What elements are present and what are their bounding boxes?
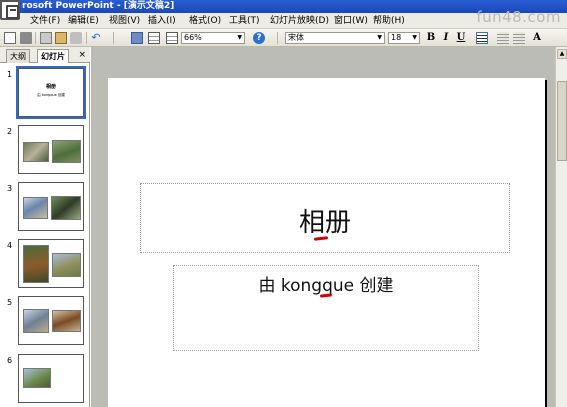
- photo-image: [23, 245, 49, 283]
- tab-outline[interactable]: 大纲: [6, 49, 30, 63]
- toolbar-separator: [35, 32, 36, 44]
- photo-image: [23, 142, 49, 162]
- slide-number: 6: [7, 356, 13, 365]
- slide-subtitle: 由 kongque 创建: [258, 276, 394, 296]
- menu-slideshow[interactable]: 幻灯片放映(D): [270, 15, 329, 27]
- panel-tabs: 大纲 幻灯片 ×: [0, 47, 90, 63]
- zoom-select[interactable]: 66% ▼: [181, 32, 245, 44]
- copy-icon[interactable]: [40, 32, 52, 44]
- menu-edit[interactable]: 编辑(E): [68, 15, 99, 27]
- close-icon[interactable]: ×: [78, 50, 86, 60]
- window-title: rosoft PowerPoint - [演示文稿2]: [22, 1, 175, 11]
- menu-help[interactable]: 帮助(H): [373, 15, 405, 27]
- scroll-up-icon[interactable]: ▲: [557, 49, 567, 59]
- slide-title: 相册: [298, 208, 351, 238]
- thumbnail-title: 相册: [45, 84, 56, 90]
- format-painter-icon[interactable]: [70, 32, 82, 44]
- slide-thumbnail-1[interactable]: 相册 由 kongque 创建: [16, 66, 86, 119]
- menu-file[interactable]: 文件(F): [30, 15, 60, 27]
- vertical-scrollbar[interactable]: ▲: [555, 47, 567, 407]
- slide-number: 5: [7, 298, 13, 307]
- new-document-icon[interactable]: [4, 32, 16, 44]
- chevron-down-icon: ▼: [377, 34, 382, 41]
- photo-image: [52, 140, 81, 163]
- help-icon[interactable]: ?: [253, 32, 265, 44]
- numbered-list-icon[interactable]: [497, 32, 509, 44]
- scrollbar-thumb[interactable]: [557, 81, 567, 161]
- photo-image: [23, 309, 49, 333]
- slide-number: 1: [7, 70, 13, 79]
- slide-thumbnail-3[interactable]: [18, 182, 84, 231]
- bulleted-list-icon[interactable]: [513, 32, 525, 44]
- subtitle-placeholder[interactable]: 由 kongque 创建: [173, 265, 479, 351]
- menu-tools[interactable]: 工具(T): [229, 15, 260, 27]
- photo-image: [52, 253, 81, 277]
- font-name-select[interactable]: 宋体 ▼: [285, 32, 385, 44]
- photo-image: [51, 196, 81, 220]
- insert-chart-icon[interactable]: [131, 32, 143, 44]
- bold-button[interactable]: B: [425, 32, 437, 44]
- powerpoint-app-icon[interactable]: [0, 0, 20, 20]
- slide-number: 3: [7, 184, 13, 193]
- undo-icon[interactable]: ↶: [90, 32, 102, 44]
- slide-thumbnail-5[interactable]: [18, 296, 84, 345]
- tab-slides[interactable]: 幻灯片: [37, 49, 69, 63]
- font-size-select[interactable]: 18 ▼: [388, 32, 420, 44]
- align-left-icon[interactable]: [476, 32, 488, 44]
- slide-thumbnail-4[interactable]: [18, 239, 84, 288]
- menu-view[interactable]: 视图(V): [109, 15, 140, 27]
- menu-window[interactable]: 窗口(W): [334, 15, 368, 27]
- toolbar: ↶ 66% ▼ ? 宋体 ▼ 18 ▼ B I U A: [0, 29, 567, 47]
- chevron-down-icon: ▼: [412, 34, 417, 41]
- watermark-text: fun48.com: [476, 8, 561, 26]
- menu-insert[interactable]: 插入(I): [148, 15, 176, 27]
- insert-table-icon[interactable]: [148, 32, 160, 44]
- current-slide: 相册 由 kongque 创建: [108, 78, 545, 407]
- paste-icon[interactable]: [55, 32, 67, 44]
- slide-thumbnail-2[interactable]: [18, 125, 84, 174]
- slide-thumbnail-6[interactable]: [18, 354, 84, 403]
- toolbar-separator: [86, 32, 87, 44]
- font-size-value: 18: [391, 33, 402, 42]
- print-icon[interactable]: [20, 32, 32, 44]
- photo-image: [52, 310, 81, 332]
- toolbar-separator: [113, 32, 114, 44]
- underline-button[interactable]: U: [455, 32, 467, 44]
- zoom-value: 66%: [184, 33, 202, 42]
- photo-image: [23, 197, 48, 219]
- title-placeholder[interactable]: 相册: [140, 183, 510, 253]
- toolbar-separator: [277, 32, 278, 44]
- italic-button[interactable]: I: [440, 32, 452, 44]
- tables-borders-icon[interactable]: [166, 32, 178, 44]
- slides-panel: 大纲 幻灯片 × 1 相册 由 kongque 创建 2 3 4 5 6: [0, 47, 90, 407]
- font-name-value: 宋体: [288, 33, 304, 42]
- increase-font-size-icon[interactable]: A: [531, 32, 543, 44]
- slide-number: 4: [7, 241, 13, 250]
- menu-format[interactable]: 格式(O): [189, 15, 221, 27]
- photo-image: [23, 368, 51, 388]
- chevron-down-icon: ▼: [237, 34, 242, 41]
- thumbnail-subtitle: 由 kongque 创建: [37, 93, 65, 97]
- slide-number: 2: [7, 127, 13, 136]
